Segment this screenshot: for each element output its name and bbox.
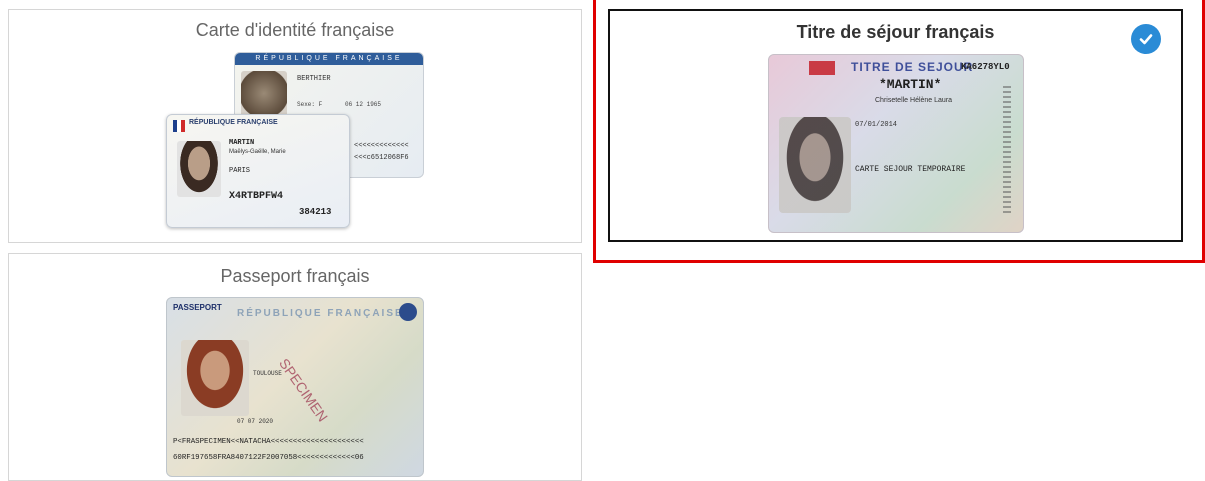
id-card-mrz-2: <<<c6512068F6 — [354, 154, 409, 162]
id-card-mrz: <<<<<<<<<<<<< — [354, 142, 409, 150]
document-option-passport[interactable]: Passeport français PASSEPORT RÉPUBLIQUE … — [8, 253, 582, 481]
id-card-new-image: RÉPUBLIQUE FRANÇAISE MARTIN Maëlys-Gaëll… — [166, 114, 350, 228]
document-option-residence-permit[interactable]: Titre de séjour français TITRE DE SEJOUR… — [608, 9, 1183, 242]
check-circle-icon — [1131, 24, 1161, 54]
card-title: Carte d'identité française — [195, 20, 395, 40]
passport-image: PASSEPORT RÉPUBLIQUE FRANÇAISE TOULOUSE … — [166, 297, 424, 477]
card-title: Titre de séjour français — [796, 22, 995, 42]
card-title: Passeport français — [220, 266, 370, 286]
document-option-id-card[interactable]: Carte d'identité française RÉPUBLIQUE FR… — [8, 9, 582, 243]
residence-permit-image: TITRE DE SEJOUR KA6278YL0 *MARTIN* Chris… — [768, 54, 1024, 233]
